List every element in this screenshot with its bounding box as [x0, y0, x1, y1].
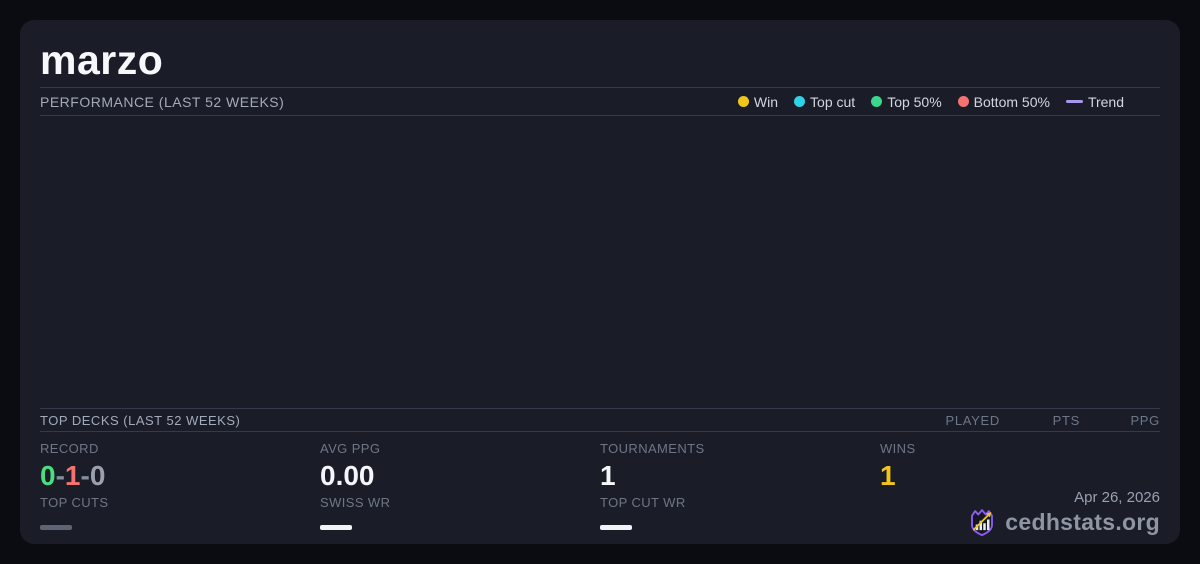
legend-label-win: Win [754, 94, 778, 110]
record-draws: 0 [90, 460, 106, 491]
stat-col-record: RECORD 0-1-0 TOP CUTS [40, 441, 320, 530]
player-stats-card: marzo PERFORMANCE (LAST 52 WEEKS) Win To… [20, 20, 1180, 544]
cedhstats-logo-icon [967, 506, 997, 538]
performance-section-header: PERFORMANCE (LAST 52 WEEKS) Win Top cut … [40, 87, 1160, 116]
legend-label-top50: Top 50% [887, 94, 941, 110]
legend-item-trend[interactable]: Trend [1066, 94, 1124, 110]
column-header-pts: PTS [1000, 413, 1080, 428]
column-header-played: PLAYED [920, 413, 1000, 428]
top-cuts-empty-dash [40, 525, 72, 530]
legend-label-top-cut: Top cut [810, 94, 855, 110]
legend-item-bottom50[interactable]: Bottom 50% [958, 94, 1050, 110]
chart-legend: Win Top cut Top 50% Bottom 50% Trend [738, 94, 1124, 110]
top-decks-section-header: TOP DECKS (LAST 52 WEEKS) PLAYED PTS PPG [40, 408, 1160, 432]
wins-label: WINS [880, 441, 1160, 458]
top-cut-wr-empty-dash [600, 525, 632, 530]
record-losses: 1 [65, 460, 81, 491]
bottom50-dot-icon [958, 96, 969, 107]
brand-name: cedhstats.org [1005, 509, 1160, 536]
win-dot-icon [738, 96, 749, 107]
top-cut-wr-label: TOP CUT WR [600, 495, 880, 512]
legend-label-trend: Trend [1088, 94, 1124, 110]
record-separator: - [80, 460, 89, 491]
performance-chart-area [40, 116, 1160, 408]
avg-ppg-value: 0.00 [320, 458, 600, 495]
top-cuts-label: TOP CUTS [40, 495, 320, 512]
avg-ppg-label: AVG PPG [320, 441, 600, 458]
top-cut-dot-icon [794, 96, 805, 107]
column-header-ppg: PPG [1080, 413, 1160, 428]
performance-header-label: PERFORMANCE (LAST 52 WEEKS) [40, 94, 284, 110]
stat-col-avg-ppg: AVG PPG 0.00 SWISS WR [320, 441, 600, 530]
top50-dot-icon [871, 96, 882, 107]
page-title: marzo [40, 36, 1160, 84]
legend-item-win[interactable]: Win [738, 94, 778, 110]
swiss-wr-empty-dash [320, 525, 352, 530]
generated-date: Apr 26, 2026 [1074, 489, 1160, 506]
swiss-wr-label: SWISS WR [320, 495, 600, 512]
legend-item-top-cut[interactable]: Top cut [794, 94, 855, 110]
legend-item-top50[interactable]: Top 50% [871, 94, 941, 110]
record-wins: 0 [40, 460, 56, 491]
trend-line-icon [1066, 100, 1083, 103]
stat-col-tournaments: TOURNAMENTS 1 TOP CUT WR [600, 441, 880, 530]
top-decks-column-headers: PLAYED PTS PPG [920, 413, 1160, 428]
tournaments-value: 1 [600, 458, 880, 495]
record-separator: - [56, 460, 65, 491]
brand-link[interactable]: cedhstats.org [967, 506, 1160, 538]
tournaments-label: TOURNAMENTS [600, 441, 880, 458]
legend-label-bottom50: Bottom 50% [974, 94, 1050, 110]
record-value: 0-1-0 [40, 458, 320, 495]
record-label: RECORD [40, 441, 320, 458]
top-decks-header-label: TOP DECKS (LAST 52 WEEKS) [40, 413, 240, 428]
